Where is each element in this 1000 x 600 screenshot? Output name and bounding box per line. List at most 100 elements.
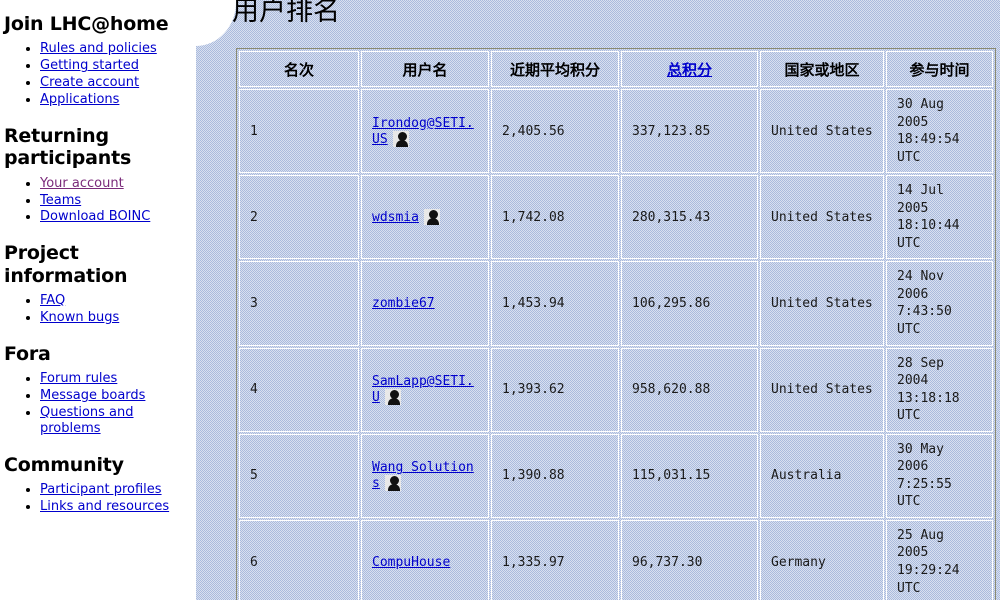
joined-date: 24 Nov 2006 (897, 269, 944, 302)
sidebar-link[interactable]: Questions and problems (40, 405, 134, 436)
user-ranking-table: 名次 用户名 近期平均积分 总积分 国家或地区 参与时间 1 Irondog@SETI.US… (236, 48, 996, 600)
joined-clock-time: 19:29:24 UTC (897, 563, 960, 596)
page-root: Join LHC@home Rules and policies Getting s… (0, 0, 1000, 600)
sidebar-link[interactable]: Known bugs (40, 310, 119, 325)
sidebar-link[interactable]: Getting started (40, 58, 139, 73)
list-item: Message boards (40, 388, 196, 404)
joined-clock-time: 7:25:55 UTC (897, 476, 952, 510)
table-row: 4 SamLapp@SETI.U 1,393.62 958,620.88 United … (239, 347, 993, 432)
sidebar-heading: Join LHC@home (4, 13, 169, 35)
list-item: Questions and problems (40, 405, 196, 437)
sidebar-heading: Fora (4, 342, 51, 365)
list-item: Participant profiles (40, 482, 196, 498)
cell-rank: 2 (239, 175, 359, 260)
user-avatar-icon[interactable] (423, 209, 440, 226)
joined-date: 28 Sep 2004 (897, 355, 944, 389)
user-ranking-table-container: 名次 用户名 近期平均积分 总积分 国家或地区 参与时间 1 Irondog@SETI.US… (236, 48, 996, 600)
column-sort-link[interactable]: 总积分 (667, 61, 712, 79)
table-header: 名次 用户名 近期平均积分 总积分 国家或地区 参与时间 (239, 51, 993, 87)
cell-country: United States (760, 175, 884, 260)
cell-recent-average-credit: 1,453.94 (491, 261, 619, 346)
sidebar-link[interactable]: Message boards (40, 388, 145, 403)
sidebar-link[interactable]: Applications (40, 92, 119, 107)
cell-country: United States (760, 89, 884, 174)
list-item: Applications (40, 92, 196, 108)
sidebar-link[interactable]: Create account (40, 75, 139, 90)
user-avatar-icon[interactable] (384, 475, 401, 492)
cell-country: United States (760, 261, 884, 346)
user-avatar-icon[interactable] (392, 130, 409, 147)
table-row: 5 Wang Solutions 1,390.88 115,031.15 Austral… (239, 433, 993, 518)
cell-rank: 3 (239, 261, 359, 346)
page-title: 用户排名 (232, 0, 340, 27)
cell-total-credit: 958,620.88 (621, 347, 758, 432)
column-header: 名次 (239, 51, 359, 87)
column-header: 近期平均积分 (491, 51, 619, 87)
cell-username: SamLapp@SETI.U (361, 347, 489, 432)
cell-joined-time: 14 Jul 2005 18:10:44 UTC (886, 175, 993, 260)
list-item: Teams (40, 193, 196, 209)
user-profile-link[interactable]: CompuHouse (372, 555, 450, 570)
cell-recent-average-credit: 1,393.62 (491, 347, 619, 432)
list-item: Your account (40, 176, 196, 192)
sidebar-heading: Project information (4, 242, 128, 287)
cell-total-credit: 96,737.30 (621, 519, 758, 600)
list-item: Links and resources (40, 499, 196, 515)
sidebar-link-list: Forum rules Message boards Questions and p… (0, 371, 196, 436)
cell-recent-average-credit: 1,335.97 (491, 519, 619, 600)
table-row: 6 CompuHouse 1,335.97 96,737.30 Germany 25 Au… (239, 519, 993, 600)
cell-rank: 6 (239, 519, 359, 600)
list-item: FAQ (40, 293, 196, 309)
cell-rank: 4 (239, 347, 359, 432)
sidebar-navigation: Join LHC@home Rules and policies Getting s… (0, 0, 196, 600)
cell-joined-time: 30 May 2006 7:25:55 UTC (886, 433, 993, 518)
cell-recent-average-credit: 1,390.88 (491, 433, 619, 518)
column-header[interactable]: 总积分 (621, 51, 758, 87)
sidebar-link[interactable]: Download BOINC (40, 209, 150, 224)
sidebar-link[interactable]: FAQ (40, 293, 65, 308)
cell-total-credit: 115,031.15 (621, 433, 758, 518)
sidebar-heading: Returning participants (4, 124, 132, 170)
table-row: 3 zombie67 1,453.94 106,295.86 United States… (239, 261, 993, 346)
cell-username: zombie67 (361, 261, 489, 346)
cell-total-credit: 280,315.43 (621, 175, 758, 260)
user-profile-link[interactable]: wdsmia (372, 210, 419, 225)
column-header: 用户名 (361, 51, 489, 87)
cell-username: wdsmia (361, 175, 489, 260)
sidebar-link[interactable]: Your account (40, 176, 124, 191)
table-row: 1 Irondog@SETI.US 2,405.56 337,123.85 United… (239, 89, 993, 174)
sidebar-link[interactable]: Forum rules (40, 371, 117, 386)
cell-total-credit: 106,295.86 (621, 261, 758, 346)
cell-username: Wang Solutions (361, 433, 489, 518)
list-item: Rules and policies (40, 41, 196, 57)
list-item: Create account (40, 75, 196, 91)
cell-username: Irondog@SETI.US (361, 89, 489, 174)
joined-clock-time: 13:18:18 UTC (897, 390, 960, 424)
cell-total-credit: 337,123.85 (621, 89, 758, 174)
list-item: Download BOINC (40, 209, 196, 225)
joined-date: 25 Aug 2005 (897, 527, 944, 561)
joined-clock-time: 7:43:50 UTC (897, 304, 952, 338)
cell-country: Germany (760, 519, 884, 600)
sidebar-link[interactable]: Teams (40, 193, 81, 208)
cell-recent-average-credit: 2,405.56 (491, 89, 619, 174)
sidebar-link[interactable]: Links and resources (40, 499, 169, 514)
sidebar-link-list: FAQ Known bugs (0, 293, 196, 326)
table-row: 2 wdsmia 1,742.08 280,315.43 United States 14… (239, 175, 993, 260)
user-profile-link[interactable]: Irondog@SETI.US (372, 116, 474, 147)
list-item: Forum rules (40, 371, 196, 387)
sidebar-link[interactable]: Rules and policies (40, 41, 157, 56)
sidebar-heading: Community (4, 453, 124, 476)
joined-clock-time: 18:10:44 UTC (897, 218, 960, 251)
sidebar-link-list: Participant profiles Links and resources (0, 482, 196, 515)
user-profile-link[interactable]: zombie67 (372, 296, 435, 311)
sidebar-link-list: Your account TeamsDownload BOINC (0, 176, 196, 226)
joined-date: 30 May 2006 (897, 441, 944, 475)
sidebar-link-list: Rules and policies Getting started Create … (0, 41, 196, 107)
cell-country: United States (760, 347, 884, 432)
table-body: 1 Irondog@SETI.US 2,405.56 337,123.85 United… (239, 89, 993, 600)
sidebar-link[interactable]: Participant profiles (40, 482, 162, 497)
user-avatar-icon[interactable] (384, 389, 401, 406)
cell-recent-average-credit: 1,742.08 (491, 175, 619, 260)
cell-joined-time: 24 Nov 2006 7:43:50 UTC (886, 261, 993, 346)
